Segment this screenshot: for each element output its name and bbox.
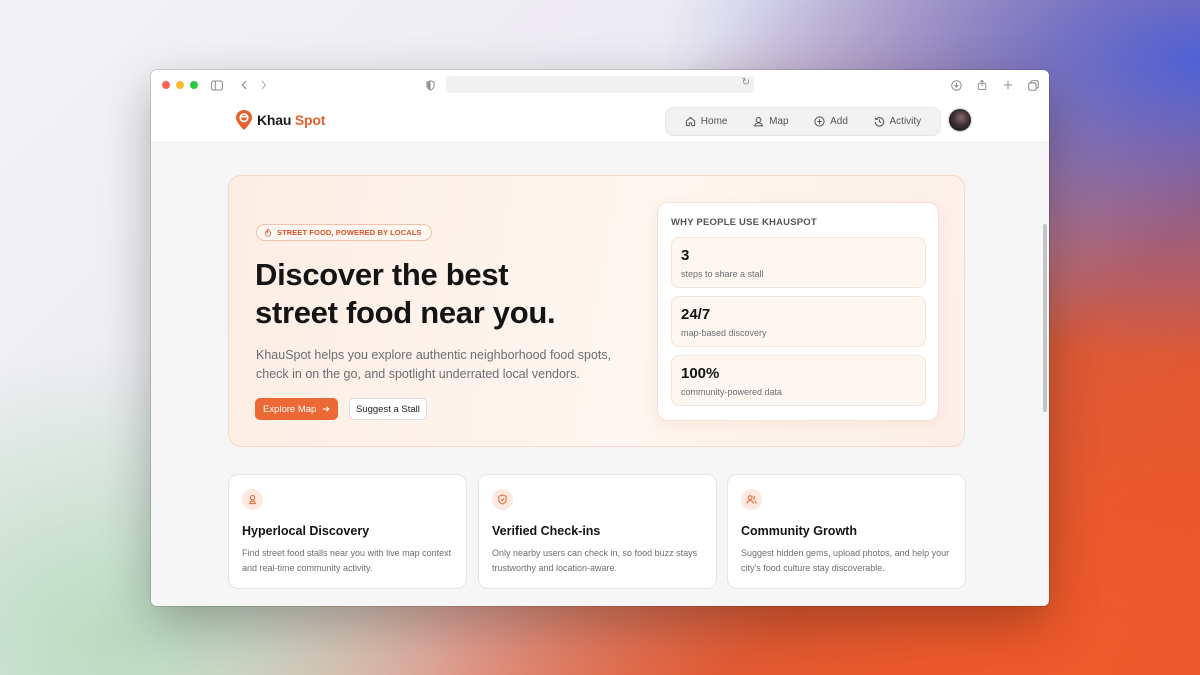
nav-item-map[interactable]: Map — [753, 116, 789, 127]
stat-value: 3 — [681, 247, 690, 264]
logo[interactable]: Khau Spot — [235, 109, 325, 131]
plus-circle-icon — [814, 116, 825, 127]
logo-text-accent: Spot — [294, 112, 326, 128]
arrow-right-icon — [323, 406, 330, 412]
main-nav: Home Map Add Activity — [665, 107, 941, 136]
location-person-icon — [242, 489, 263, 510]
forward-icon[interactable] — [255, 77, 271, 93]
feature-card-hyperlocal-discovery: Hyperlocal Discovery Find street food st… — [228, 474, 467, 589]
feature-card-community-growth: Community Growth Suggest hidden gems, up… — [727, 474, 966, 589]
home-icon — [685, 116, 695, 127]
feature-description: Only nearby users can check in, so food … — [492, 548, 698, 573]
reload-icon[interactable]: ↻ — [742, 77, 750, 88]
stat-value: 100% — [681, 365, 720, 382]
flame-icon — [264, 228, 272, 237]
nav-label-home: Home — [700, 116, 728, 127]
page-content: STREET FOOD, POWERED BY LOCALS Discover … — [151, 144, 1049, 606]
feature-title: Hyperlocal Discovery — [242, 524, 370, 538]
stat-label: steps to share a stall — [681, 269, 764, 279]
stat-item: 3 steps to share a stall — [671, 237, 926, 288]
stats-title: WHY PEOPLE USE KHAUSPOT — [671, 217, 817, 228]
stat-label: map-based discovery — [681, 328, 767, 338]
stat-item: 100% community-powered data — [671, 355, 926, 406]
new-tab-icon[interactable] — [1000, 77, 1016, 93]
feature-card-verified-check-ins: Verified Check-ins Only nearby users can… — [478, 474, 717, 589]
hero-badge: STREET FOOD, POWERED BY LOCALS — [256, 224, 432, 241]
map-pin-icon — [753, 117, 764, 127]
nav-label-map: Map — [769, 116, 789, 127]
download-icon[interactable] — [948, 77, 964, 93]
maximize-window-button[interactable] — [190, 81, 198, 89]
logo-text-primary: Khau — [257, 112, 292, 128]
avatar[interactable] — [948, 108, 972, 132]
hero-title: Discover the best street food near you. — [255, 256, 635, 332]
share-icon[interactable] — [974, 77, 990, 93]
stat-item: 24/7 map-based discovery — [671, 296, 926, 347]
address-bar[interactable]: ↻ — [446, 76, 754, 93]
close-window-button[interactable] — [162, 81, 170, 89]
stat-value: 24/7 — [681, 306, 711, 323]
hero-section: STREET FOOD, POWERED BY LOCALS Discover … — [228, 175, 965, 447]
scrollbar[interactable] — [1043, 224, 1047, 412]
feature-description: Find street food stalls near you with li… — [242, 548, 452, 573]
nav-item-add[interactable]: Add — [814, 116, 848, 127]
tab-overview-icon[interactable] — [1025, 77, 1041, 93]
hero-title-line-2: street food near you. — [255, 295, 556, 330]
back-icon[interactable] — [236, 77, 252, 93]
suggest-stall-button[interactable]: Suggest a Stall — [349, 398, 427, 420]
feature-title: Verified Check-ins — [492, 524, 601, 538]
shield-check-icon — [492, 489, 513, 510]
nav-item-activity[interactable]: Activity — [874, 116, 922, 127]
hero-badge-text: STREET FOOD, POWERED BY LOCALS — [277, 228, 422, 237]
stats-card: WHY PEOPLE USE KHAUSPOT 3 steps to share… — [657, 202, 939, 421]
privacy-shield-icon[interactable] — [422, 77, 438, 93]
site-header: Khau Spot Home Map Add Activity — [151, 100, 1049, 143]
feature-title: Community Growth — [741, 524, 857, 538]
explore-map-button[interactable]: Explore Map — [255, 398, 339, 420]
stat-label: community-powered data — [681, 387, 783, 397]
window-controls — [162, 81, 198, 89]
history-icon — [874, 117, 884, 127]
browser-window: ↻ Khau Spot Home Map Add Activity STREET… — [151, 70, 1049, 606]
feature-description: Suggest hidden gems, upload photos, and … — [741, 548, 950, 573]
explore-map-label: Explore Map — [263, 403, 317, 415]
minimize-window-button[interactable] — [176, 81, 184, 89]
nav-label-activity: Activity — [889, 116, 922, 127]
logo-pin-icon — [236, 110, 252, 130]
hero-description: KhauSpot helps you explore authentic nei… — [256, 348, 612, 381]
sidebar-toggle-icon[interactable] — [209, 77, 225, 93]
suggest-stall-label: Suggest a Stall — [356, 403, 420, 415]
users-icon — [741, 489, 762, 510]
nav-item-home[interactable]: Home — [685, 116, 728, 127]
nav-label-add: Add — [830, 116, 848, 127]
hero-title-line-1: Discover the best — [255, 257, 509, 292]
browser-toolbar: ↻ — [151, 70, 1049, 100]
